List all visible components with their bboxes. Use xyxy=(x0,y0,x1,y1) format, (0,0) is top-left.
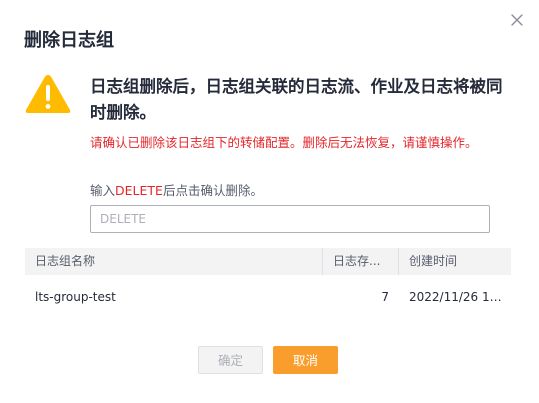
dialog-title: 删除日志组 xyxy=(24,30,114,51)
delete-confirm-input[interactable] xyxy=(91,206,489,232)
warning-detail: 请确认已删除该日志组下的转储配置。删除后无法恢复，请谨慎操作。 xyxy=(90,135,478,150)
column-divider xyxy=(322,248,323,275)
instruction-suffix: 后点击确认删除。 xyxy=(162,183,263,198)
delete-instruction: 输入DELETE后点击确认删除。 xyxy=(90,180,263,199)
warning-icon xyxy=(24,73,72,115)
column-header-name: 日志组名称 xyxy=(35,254,96,268)
warning-message: 日志组删除后，日志组关联的日志流、作业及日志将被同时删除。 xyxy=(90,77,503,122)
delete-log-group-dialog: 删除日志组 日志组删除后，日志组关联的日志流、作业及日志将被同时删除。 请确认已… xyxy=(0,0,539,403)
instruction-keyword: DELETE xyxy=(115,183,163,198)
table-header: 日志组名称 日志存... 创建时间 xyxy=(25,248,511,275)
cancel-button[interactable]: 取消 xyxy=(273,346,338,374)
instruction-prefix: 输入 xyxy=(90,183,116,198)
cell-log-group-name: lts-group-test xyxy=(35,290,116,304)
column-header-created: 创建时间 xyxy=(409,254,458,268)
confirm-input-wrapper xyxy=(90,205,490,233)
cell-retention: 7 xyxy=(381,290,389,304)
column-header-retention: 日志存... xyxy=(333,254,381,268)
close-icon[interactable] xyxy=(509,12,525,28)
table-row: lts-group-test 7 2022/11/26 16:... xyxy=(25,275,511,319)
log-group-table: 日志组名称 日志存... 创建时间 lts-group-test 7 2022/… xyxy=(25,248,511,319)
cell-created-time: 2022/11/26 16:... xyxy=(409,290,509,304)
column-divider xyxy=(398,248,399,275)
confirm-button[interactable]: 确定 xyxy=(198,346,263,374)
